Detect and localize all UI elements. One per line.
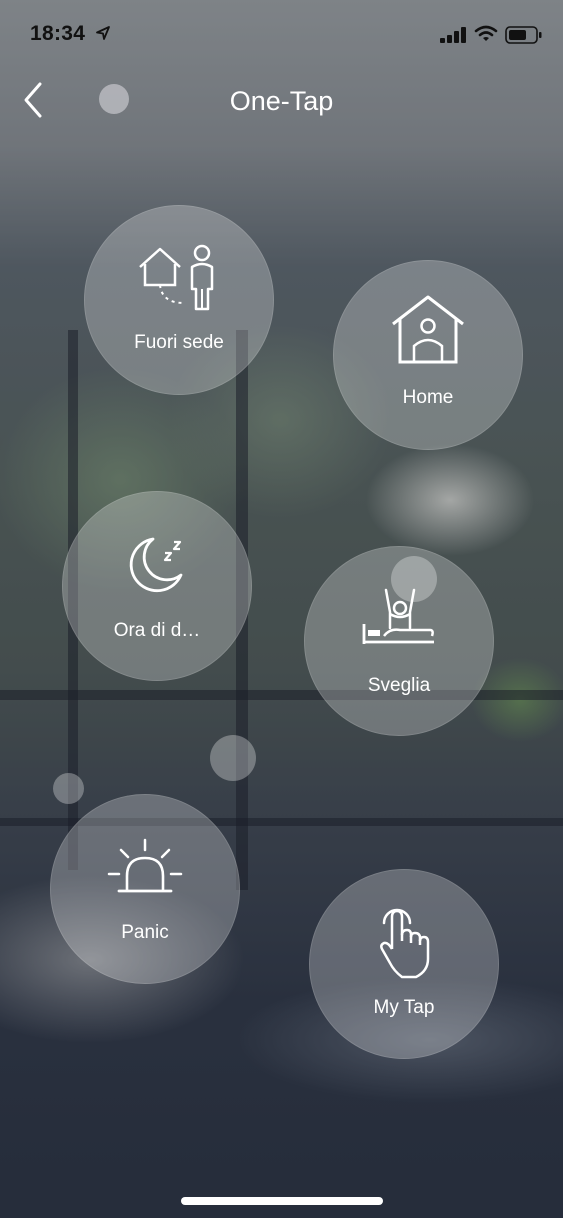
navigation-bar: One-Tap: [0, 70, 563, 134]
page-title: One-Tap: [229, 86, 334, 116]
scene-label: Home: [402, 387, 454, 408]
cellular-signal-icon: [440, 27, 466, 43]
moon-sleep-icon: [129, 537, 183, 593]
decorative-bubble: [391, 556, 437, 602]
away-house-person-icon: [139, 244, 214, 311]
status-time: 18:34: [30, 22, 86, 45]
scene-label: My Tap: [373, 997, 435, 1018]
one-tap-screen: 18:34 One-Tap Fuori sede Home Ora di d… …: [0, 0, 563, 1218]
status-bar: 18:34: [0, 0, 563, 70]
scene-home-button[interactable]: Home: [333, 260, 523, 450]
home-indicator[interactable]: [181, 1197, 383, 1205]
scene-fuori-sede-button[interactable]: Fuori sede: [84, 205, 274, 395]
location-arrow-icon: [96, 26, 110, 40]
scene-my-tap-button[interactable]: My Tap: [309, 869, 499, 1059]
scene-label: Fuori sede: [134, 332, 224, 353]
scene-label: Ora di d…: [113, 620, 201, 641]
scene-panic-button[interactable]: Panic: [50, 794, 240, 984]
wifi-icon: [474, 25, 498, 41]
decorative-bubble: [53, 773, 84, 804]
tap-hand-icon: [380, 908, 430, 979]
scene-label: Sveglia: [367, 675, 431, 696]
home-person-icon: [392, 295, 464, 364]
scene-label: Panic: [121, 922, 169, 943]
alarm-siren-icon: [107, 838, 183, 893]
scene-ora-di-dormire-button[interactable]: Ora di d…: [62, 491, 252, 681]
battery-icon: [505, 26, 542, 44]
decorative-bubble: [210, 735, 256, 781]
